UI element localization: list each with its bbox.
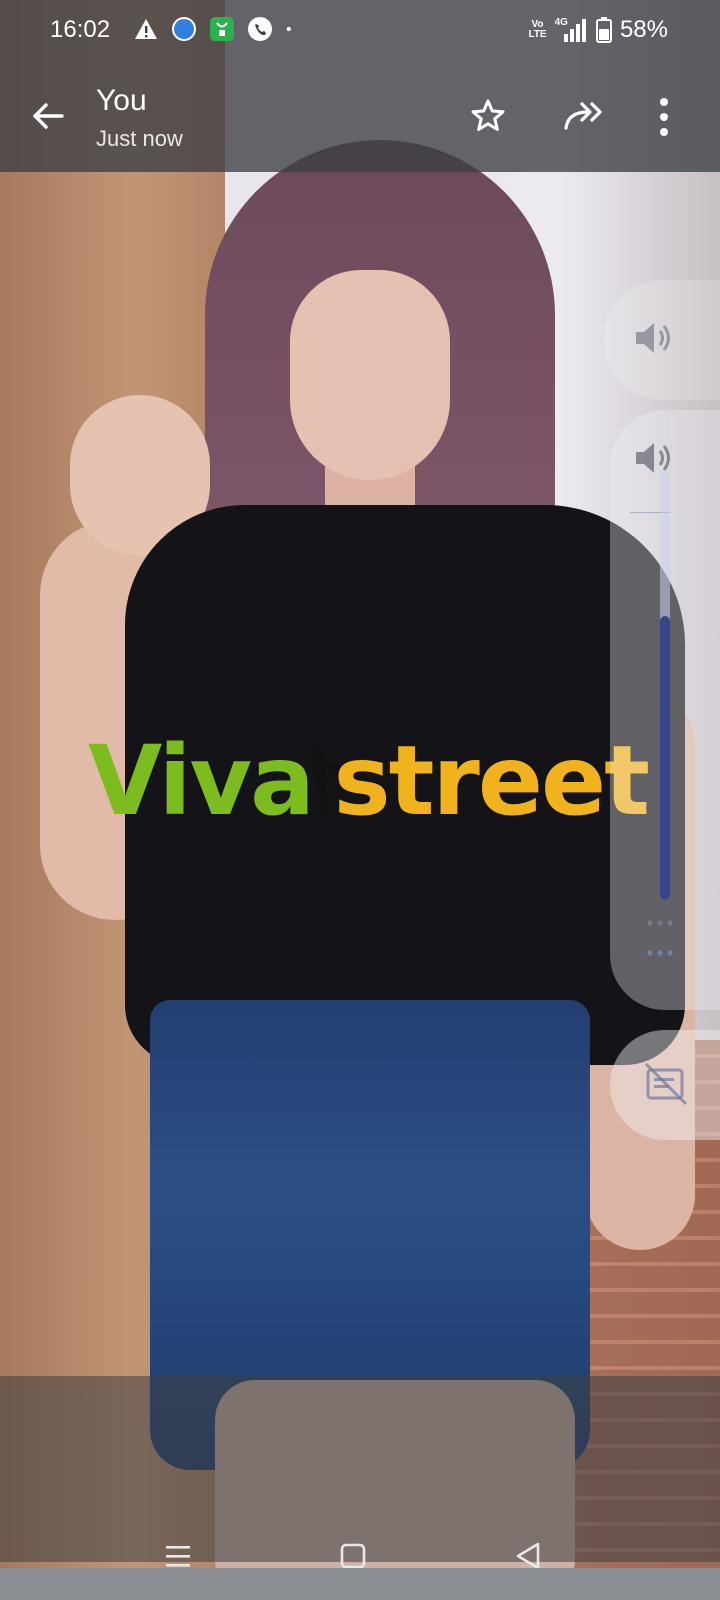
vivastreet-watermark-logo: Viva street [88,716,650,846]
volte-indicator: Vo LTE [528,19,547,40]
star-icon[interactable] [470,98,506,134]
battery-percentage: 58% [619,16,668,43]
volume-settings-dots-icon[interactable] [646,948,686,958]
volume-panel-dots-faded [647,920,673,926]
more-notifications-dot [286,26,291,32]
bottom-gesture-area [0,1568,720,1600]
forward-icon[interactable] [562,98,604,134]
messenger-icon [248,17,272,41]
volume-speaker-icon [636,323,670,353]
battery-icon [595,17,612,43]
watermark-text-street: street [333,725,650,837]
back-arrow-icon[interactable] [28,96,68,136]
volume-slider[interactable] [660,470,670,900]
browser-icon [172,17,196,41]
status-bar: 16:02 Vo LTE 4G 58% [0,0,720,62]
sender-name: You [96,84,147,117]
network-type: 4G [554,16,568,28]
more-vert-icon[interactable] [656,96,672,138]
media-viewer-app-bar: You Just now [0,62,720,172]
status-time: 16:02 [50,16,111,43]
captions-off-icon [644,1062,688,1106]
warning-icon [135,19,157,39]
volume-slider-fill [660,616,670,900]
message-timestamp: Just now [96,126,183,151]
photo-face [290,270,450,480]
watermark-text-viva: Viva [88,725,315,837]
app-store-icon [210,17,234,41]
